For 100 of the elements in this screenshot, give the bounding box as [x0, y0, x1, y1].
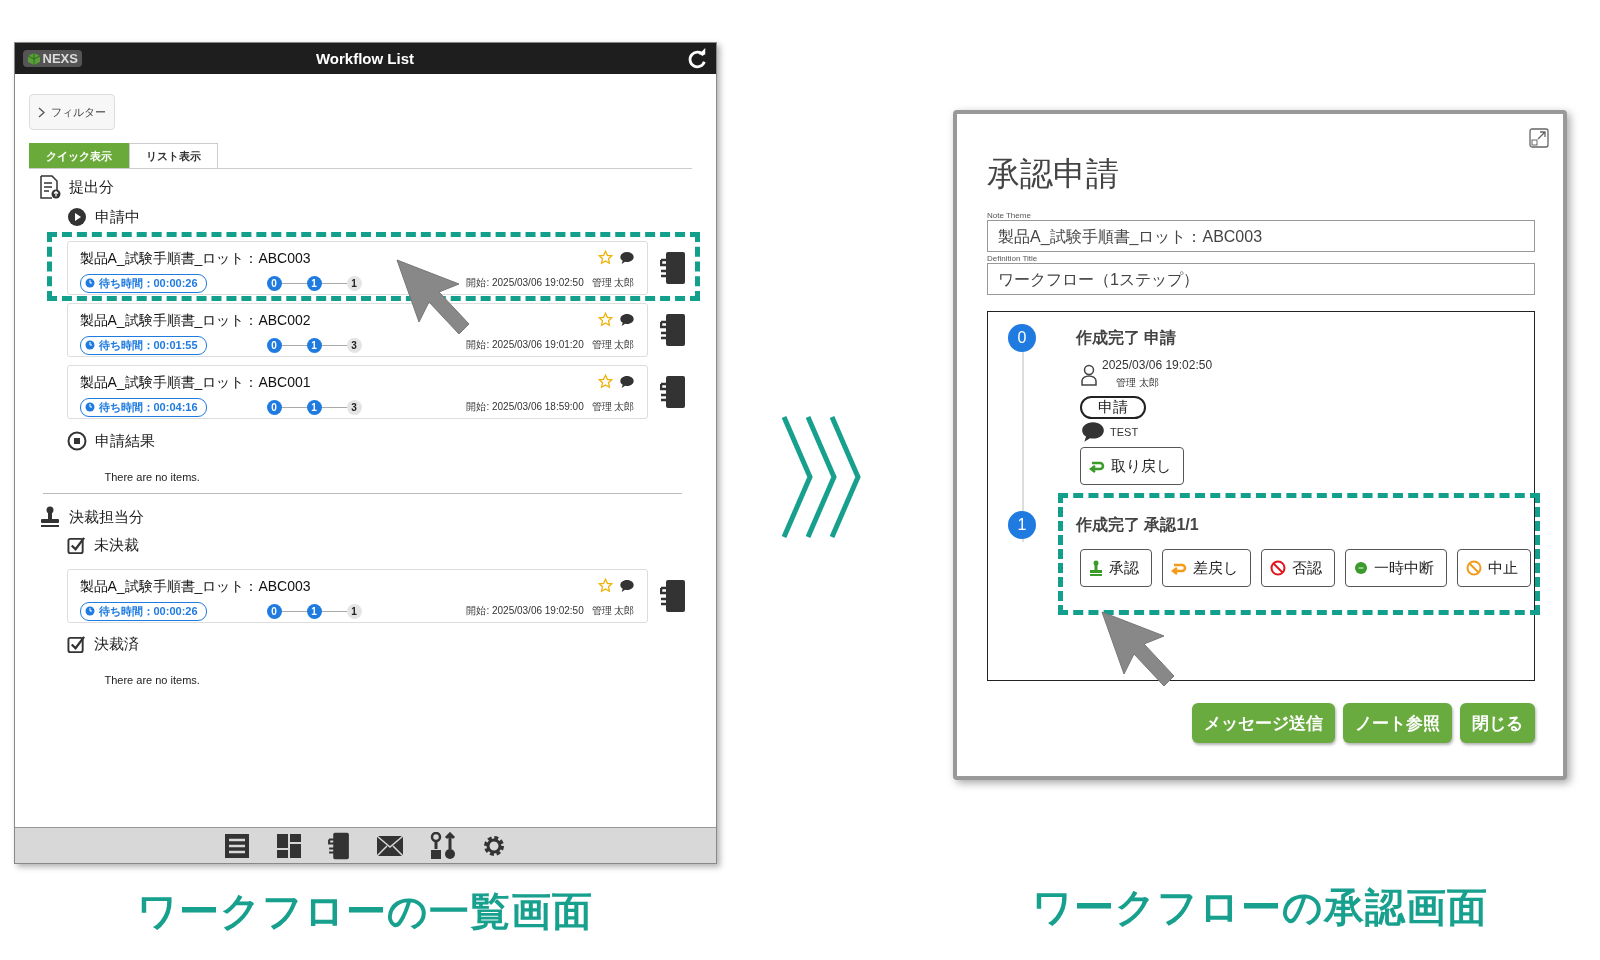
user-name: 管理 太郎	[591, 604, 635, 618]
speech-bubble-icon	[618, 578, 635, 594]
stamp-icon	[1089, 560, 1103, 576]
user-name: 管理 太郎	[591, 400, 635, 414]
step-dot: 0	[266, 603, 282, 619]
section-heading: 提出分	[68, 177, 114, 197]
speech-bubble-icon	[1080, 419, 1106, 445]
group-heading: 申請中	[94, 207, 140, 227]
step-dot: 3	[346, 337, 362, 353]
step-dot: 1	[306, 337, 322, 353]
window-title: Workflow List	[315, 50, 415, 67]
field-label: Note Theme	[987, 211, 1032, 220]
workflow-title: 製品A_試験手順書_ロット：ABC003	[79, 250, 312, 268]
step-dot: 0	[266, 275, 282, 291]
text-field[interactable]: 製品A_試験手順書_ロット：ABC003	[987, 220, 1535, 252]
workflow-title: 製品A_試験手順書_ロット：ABC003	[79, 578, 312, 596]
checkbox-icon	[66, 635, 86, 654]
section-heading: 決裁担当分	[68, 507, 144, 527]
action-button[interactable]: 否認	[1261, 549, 1335, 587]
action-button[interactable]: 中止	[1457, 549, 1531, 587]
step-dot: 0	[266, 337, 282, 353]
group-heading: 未決裁	[93, 536, 139, 555]
expand-icon[interactable]	[1529, 128, 1549, 148]
notebook-icon[interactable]	[328, 831, 350, 860]
view-tab[interactable]: リスト表示	[128, 143, 218, 168]
comment-text: TEST	[1110, 426, 1139, 438]
start-time: 開始: 2025/03/06 19:02:50	[466, 604, 584, 618]
notebook-icon[interactable]	[659, 579, 686, 613]
clock-icon	[84, 278, 95, 288]
step-dot: 1	[346, 275, 362, 291]
status-label: 申請	[1080, 396, 1146, 419]
wait-time-text: 待ち時間：00:00:26	[98, 603, 198, 619]
user-name: 管理 太郎	[1116, 376, 1160, 390]
return-arrow-icon	[1089, 459, 1105, 473]
user-name: 管理 太郎	[591, 276, 635, 290]
wait-time-text: 待ち時間：00:00:26	[98, 275, 198, 291]
caption: ワークフローの一覧画面	[137, 888, 593, 935]
workflow-card[interactable]: 製品A_試験手順書_ロット：ABC003 待ち時間：00:00:26 0 1 1 開始: 2025/03/06 19:02:50 管理 太郎	[66, 569, 648, 623]
action-button[interactable]: 差戻し	[1162, 549, 1251, 587]
notebook-icon[interactable]	[659, 251, 686, 285]
workflow-icon[interactable]	[430, 831, 456, 860]
group-heading: 決裁済	[93, 635, 139, 654]
star-icon[interactable]	[597, 374, 613, 389]
star-icon[interactable]	[597, 312, 613, 327]
user-name: 管理 太郎	[591, 338, 635, 352]
workflow-card[interactable]: 製品A_試験手順書_ロット：ABC003 待ち時間：00:00:26 0 1 1 開始: 2025/03/06 19:02:50 管理 太郎	[66, 241, 648, 295]
notebook-icon[interactable]	[659, 375, 686, 409]
step-datetime: 2025/03/06 19:02:50	[1102, 358, 1213, 372]
action-button[interactable]: 一時中断	[1345, 549, 1447, 587]
logo: NEXS	[22, 50, 82, 67]
checkbox-icon	[66, 536, 86, 555]
workflow-title: 製品A_試験手順書_ロット：ABC001	[79, 374, 312, 392]
return-arrow-icon	[1171, 561, 1187, 575]
wait-time-text: 待ち時間：00:04:16	[98, 399, 198, 415]
step-dot: 1	[306, 399, 322, 415]
step-title: 作成完了 承認1/1	[1076, 514, 1199, 535]
pause-dot-icon	[1354, 561, 1368, 575]
start-time: 開始: 2025/03/06 19:01:20	[466, 338, 584, 352]
filter-button[interactable]: フィルター	[28, 94, 115, 130]
dialog-title: 承認申請	[987, 154, 1120, 194]
cube-icon	[26, 51, 41, 66]
stop-icon	[66, 431, 87, 451]
clock-icon	[84, 606, 95, 616]
step-dot: 1	[306, 275, 322, 291]
list-icon[interactable]	[224, 832, 250, 859]
group-heading: 申請結果	[94, 431, 155, 451]
text-field[interactable]: ワークフロー（1ステップ）	[987, 263, 1535, 295]
workflow-card[interactable]: 製品A_試験手順書_ロット：ABC002 待ち時間：00:01:55 0 1 3 開始: 2025/03/06 19:01:20 管理 太郎	[66, 303, 648, 357]
star-icon[interactable]	[597, 250, 613, 265]
step-number: 0	[1008, 324, 1036, 352]
play-icon	[66, 207, 87, 227]
speech-bubble-icon	[618, 250, 635, 266]
start-time: 開始: 2025/03/06 19:02:50	[466, 276, 584, 290]
person-icon	[1080, 364, 1098, 386]
step-dot: 3	[346, 399, 362, 415]
action-button[interactable]: 取り戻し	[1080, 447, 1184, 485]
document-icon	[38, 175, 61, 199]
step-number: 1	[1008, 511, 1036, 539]
stamp-icon	[38, 506, 61, 528]
clock-icon	[84, 340, 95, 350]
dashboard-icon[interactable]	[276, 832, 302, 859]
workflow-card[interactable]: 製品A_試験手順書_ロット：ABC001 待ち時間：00:04:16 0 1 3 開始: 2025/03/06 18:59:00 管理 太郎	[66, 365, 648, 419]
caption: ワークフローの承認画面	[1032, 884, 1488, 931]
prohibited-icon	[1466, 560, 1482, 576]
mail-icon[interactable]	[376, 834, 404, 857]
step-title: 作成完了 申請	[1076, 327, 1177, 348]
wait-time-text: 待ち時間：00:01:55	[98, 337, 198, 353]
step-dot: 0	[266, 399, 282, 415]
settings-icon[interactable]	[482, 833, 506, 858]
action-button[interactable]: 承認	[1080, 549, 1152, 587]
workflow-title: 製品A_試験手順書_ロット：ABC002	[79, 312, 312, 330]
speech-bubble-icon	[618, 312, 635, 328]
star-icon[interactable]	[597, 578, 613, 593]
notebook-icon[interactable]	[659, 313, 686, 347]
start-time: 開始: 2025/03/06 18:59:00	[466, 400, 584, 414]
empty-message: There are no items.	[104, 674, 201, 686]
empty-message: There are no items.	[104, 471, 201, 483]
step-dot: 1	[346, 603, 362, 619]
clock-icon	[84, 402, 95, 412]
speech-bubble-icon	[618, 374, 635, 390]
